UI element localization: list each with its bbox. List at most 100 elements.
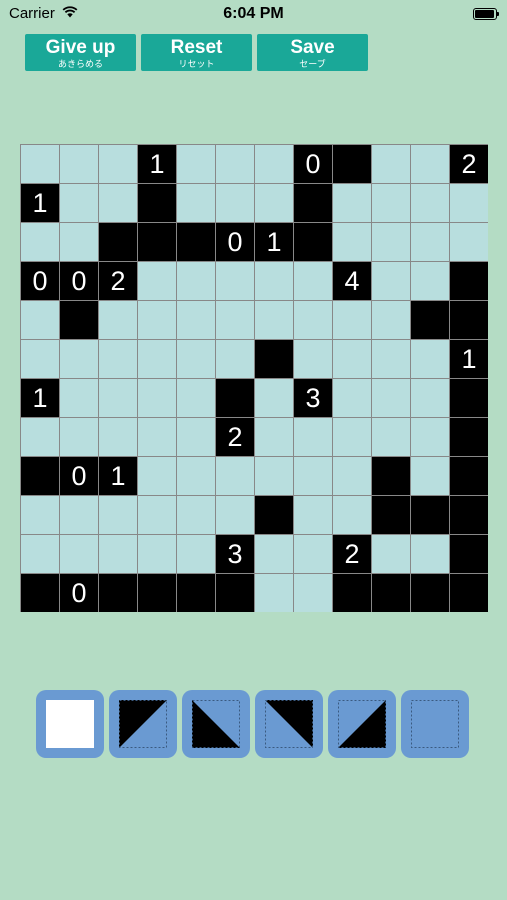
board-cell-empty[interactable] — [99, 418, 137, 456]
board-cell-empty[interactable] — [411, 340, 449, 378]
board-cell-empty[interactable] — [216, 145, 254, 183]
board-cell-empty[interactable] — [372, 262, 410, 300]
board-cell-empty[interactable] — [21, 340, 59, 378]
board-cell-empty[interactable] — [333, 496, 371, 534]
board-cell-clue[interactable]: 1 — [21, 184, 59, 222]
board-cell-empty[interactable] — [177, 457, 215, 495]
board-cell-clue[interactable]: 4 — [333, 262, 371, 300]
board-cell-empty[interactable] — [333, 457, 371, 495]
board-cell-empty[interactable] — [216, 496, 254, 534]
board-cell-black[interactable] — [138, 223, 176, 261]
palette-dotted-blank[interactable] — [401, 690, 469, 758]
board-cell-black[interactable] — [177, 574, 215, 612]
palette-triangle-top-right[interactable] — [255, 690, 323, 758]
give-up-button[interactable]: Give up あきらめる — [25, 34, 136, 71]
board-cell-black[interactable] — [372, 496, 410, 534]
board-cell-empty[interactable] — [333, 340, 371, 378]
board-cell-black[interactable] — [60, 301, 98, 339]
save-button[interactable]: Save セーブ — [257, 34, 368, 71]
board-cell-empty[interactable] — [255, 262, 293, 300]
palette-triangle-bottom-left[interactable] — [109, 690, 177, 758]
board-cell-empty[interactable] — [138, 496, 176, 534]
board-cell-empty[interactable] — [411, 379, 449, 417]
board-cell-empty[interactable] — [372, 145, 410, 183]
board-cell-clue[interactable]: 0 — [60, 574, 98, 612]
board-cell-empty[interactable] — [255, 457, 293, 495]
board-cell-empty[interactable] — [294, 574, 332, 612]
board-cell-black[interactable] — [216, 574, 254, 612]
board-cell-black[interactable] — [177, 223, 215, 261]
board-cell-empty[interactable] — [372, 535, 410, 573]
board-cell-clue[interactable]: 1 — [138, 145, 176, 183]
board-cell-empty[interactable] — [216, 184, 254, 222]
board-cell-black[interactable] — [411, 301, 449, 339]
board-cell-clue[interactable]: 1 — [450, 340, 488, 378]
board-cell-empty[interactable] — [138, 457, 176, 495]
board-cell-empty[interactable] — [21, 418, 59, 456]
reset-button[interactable]: Reset リセット — [141, 34, 252, 71]
board-cell-black[interactable] — [450, 418, 488, 456]
board-cell-clue[interactable]: 3 — [216, 535, 254, 573]
board-cell-clue[interactable]: 2 — [450, 145, 488, 183]
board-cell-empty[interactable] — [411, 184, 449, 222]
board-cell-empty[interactable] — [255, 418, 293, 456]
board-cell-empty[interactable] — [255, 574, 293, 612]
board-cell-empty[interactable] — [411, 457, 449, 495]
board-cell-black[interactable] — [138, 184, 176, 222]
board-cell-black[interactable] — [450, 379, 488, 417]
board-cell-empty[interactable] — [372, 223, 410, 261]
board-cell-clue[interactable]: 0 — [60, 262, 98, 300]
board-cell-empty[interactable] — [138, 340, 176, 378]
board-cell-black[interactable] — [294, 184, 332, 222]
palette-triangle-top-left[interactable] — [182, 690, 250, 758]
board-cell-black[interactable] — [21, 457, 59, 495]
board-cell-empty[interactable] — [333, 379, 371, 417]
board-cell-clue[interactable]: 0 — [294, 145, 332, 183]
board-cell-clue[interactable]: 0 — [21, 262, 59, 300]
board-cell-empty[interactable] — [177, 496, 215, 534]
board-cell-clue[interactable]: 1 — [21, 379, 59, 417]
board-cell-black[interactable] — [411, 496, 449, 534]
board-cell-black[interactable] — [99, 574, 137, 612]
board-cell-black[interactable] — [294, 223, 332, 261]
board-cell-black[interactable] — [21, 574, 59, 612]
board-cell-empty[interactable] — [411, 145, 449, 183]
palette-triangle-bottom-right[interactable] — [328, 690, 396, 758]
board-cell-empty[interactable] — [411, 418, 449, 456]
board-cell-empty[interactable] — [216, 301, 254, 339]
board-cell-empty[interactable] — [21, 301, 59, 339]
board-cell-black[interactable] — [411, 574, 449, 612]
board-cell-empty[interactable] — [411, 262, 449, 300]
board-cell-black[interactable] — [372, 457, 410, 495]
board-cell-empty[interactable] — [294, 301, 332, 339]
board-cell-empty[interactable] — [294, 535, 332, 573]
board-cell-empty[interactable] — [216, 262, 254, 300]
board-cell-empty[interactable] — [177, 379, 215, 417]
board-cell-black[interactable] — [372, 574, 410, 612]
board-cell-clue[interactable]: 2 — [333, 535, 371, 573]
board-cell-empty[interactable] — [333, 184, 371, 222]
board-cell-empty[interactable] — [333, 418, 371, 456]
board-cell-clue[interactable]: 1 — [255, 223, 293, 261]
board-cell-empty[interactable] — [450, 223, 488, 261]
board-cell-empty[interactable] — [450, 184, 488, 222]
board-cell-empty[interactable] — [177, 340, 215, 378]
board-cell-empty[interactable] — [372, 340, 410, 378]
board-cell-empty[interactable] — [177, 145, 215, 183]
board-cell-black[interactable] — [255, 340, 293, 378]
board-cell-empty[interactable] — [216, 457, 254, 495]
board-cell-empty[interactable] — [216, 340, 254, 378]
board-cell-empty[interactable] — [255, 145, 293, 183]
board-cell-empty[interactable] — [138, 379, 176, 417]
board-cell-empty[interactable] — [177, 301, 215, 339]
board-cell-empty[interactable] — [99, 184, 137, 222]
board-cell-empty[interactable] — [372, 301, 410, 339]
board-cell-empty[interactable] — [372, 184, 410, 222]
board-cell-black[interactable] — [450, 457, 488, 495]
board-cell-empty[interactable] — [21, 496, 59, 534]
board-cell-empty[interactable] — [294, 340, 332, 378]
board-cell-empty[interactable] — [138, 418, 176, 456]
board-cell-empty[interactable] — [177, 262, 215, 300]
board-cell-empty[interactable] — [99, 535, 137, 573]
board-cell-black[interactable] — [333, 574, 371, 612]
